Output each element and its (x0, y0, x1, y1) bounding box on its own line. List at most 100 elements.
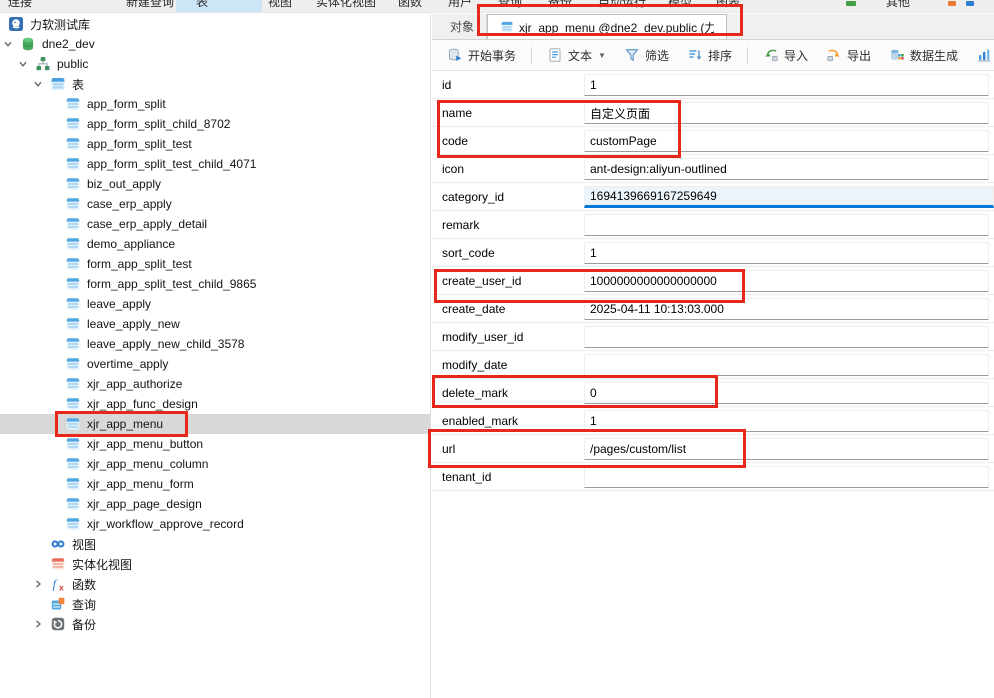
main-toolbar-item[interactable]: 视图 (268, 0, 292, 10)
tree-item[interactable]: xjr_app_authorize (0, 374, 430, 394)
toolbar-button-label: 筛选 (645, 47, 669, 64)
main-toolbar-item[interactable]: 查询 (498, 0, 522, 10)
field-value-input[interactable]: ant-design:aliyun-outlined (584, 158, 989, 180)
chevron-down-icon[interactable] (18, 59, 28, 69)
field-name: sort_code (442, 239, 495, 266)
main-toolbar-item[interactable]: 自动运行 (598, 0, 646, 10)
tab-objects[interactable]: 对象 (438, 14, 487, 39)
tree-item-label: app_form_split_child_8702 (87, 117, 230, 131)
tree-item[interactable]: 力软测试库 (0, 14, 430, 34)
tree-chevron-slot[interactable] (33, 574, 50, 594)
main-toolbar-item[interactable]: 用户 (448, 0, 472, 10)
field-value-input[interactable]: 0 (584, 382, 989, 404)
tree-item[interactable]: leave_apply_new (0, 314, 430, 334)
tree-chevron-slot[interactable] (33, 74, 50, 94)
tree-chevron-slot[interactable] (3, 34, 20, 54)
tree-item[interactable]: case_erp_apply_detail (0, 214, 430, 234)
field-name: tenant_id (442, 463, 491, 490)
tree-item[interactable]: 查询 (0, 594, 430, 614)
field-value-input[interactable] (584, 466, 989, 488)
tree-item[interactable]: xjr_app_menu (0, 414, 430, 434)
table-icon (65, 176, 81, 192)
tree-item[interactable]: leave_apply_new_child_3578 (0, 334, 430, 354)
field-value-input[interactable]: 2025-04-11 10:13:03.000 (584, 298, 989, 320)
main-toolbar-item[interactable]: 新建查询 (126, 0, 174, 10)
tree-item-label: public (57, 57, 88, 71)
chevron-right-icon[interactable] (33, 579, 43, 589)
chevron-down-icon[interactable] (3, 39, 13, 49)
tree-item[interactable]: xjr_app_menu_form (0, 474, 430, 494)
main-toolbar-item[interactable]: 图表 (716, 0, 740, 10)
tree-item[interactable]: app_form_split_test_child_4071 (0, 154, 430, 174)
main-toolbar-item[interactable]: 备份 (548, 0, 572, 10)
sort-button[interactable]: 排序 (680, 44, 739, 67)
table-icon (65, 436, 81, 452)
tree-item[interactable]: app_form_split_child_8702 (0, 114, 430, 134)
tree-item[interactable]: case_erp_apply (0, 194, 430, 214)
main-toolbar-item[interactable]: 其他 (886, 0, 910, 10)
tree-item[interactable]: 表 (0, 74, 430, 94)
tree-item[interactable]: app_form_split_test (0, 134, 430, 154)
table-icon (65, 116, 81, 132)
tree-chevron-slot[interactable] (33, 614, 50, 634)
tree-chevron-slot[interactable] (18, 54, 35, 74)
field-row-name: name自定义页面 (432, 99, 994, 127)
tree-item[interactable]: demo_appliance (0, 234, 430, 254)
tree-item[interactable]: xjr_app_menu_column (0, 454, 430, 474)
table-icon (65, 196, 81, 212)
main-toolbar-item[interactable]: 函数 (398, 0, 422, 10)
table-icon (65, 256, 81, 272)
tree-item[interactable]: public (0, 54, 430, 74)
chevron-down-icon[interactable] (33, 79, 43, 89)
import-button[interactable]: 导入 (756, 44, 815, 67)
tables-folder-icon (50, 76, 66, 92)
chevron-right-icon[interactable] (33, 619, 43, 629)
field-value-input[interactable]: 自定义页面 (584, 102, 989, 124)
toolbar-button-label: 开始事务 (468, 47, 516, 64)
tree-item[interactable]: fx函数 (0, 574, 430, 594)
tree-item[interactable]: 实体化视图 (0, 554, 430, 574)
tree-item[interactable]: 视图 (0, 534, 430, 554)
main-toolbar-item[interactable]: 实体化视图 (316, 0, 376, 10)
field-value-input[interactable] (584, 326, 989, 348)
main-toolbar-item[interactable]: 表 (196, 0, 208, 10)
tree-item[interactable]: biz_out_apply (0, 174, 430, 194)
tree-item[interactable]: xjr_workflow_approve_record (0, 514, 430, 534)
filter-button[interactable]: 筛选 (617, 44, 676, 67)
tree-item[interactable]: dne2_dev (0, 34, 430, 54)
field-value-input[interactable]: 1 (584, 410, 989, 432)
begin-transaction-button[interactable]: 开始事务 (440, 44, 523, 67)
tree-item[interactable]: xjr_app_page_design (0, 494, 430, 514)
field-row-enabled_mark: enabled_mark1 (432, 407, 994, 435)
tree-item[interactable]: overtime_apply (0, 354, 430, 374)
table-icon (65, 396, 81, 412)
tree-item-label: xjr_app_menu_column (87, 457, 208, 471)
field-value-input[interactable] (584, 214, 989, 236)
field-value-input[interactable]: 1 (584, 74, 989, 96)
field-value-input[interactable]: /pages/custom/list (584, 438, 989, 460)
tab-record-view[interactable]: xjr_app_menu @dne2_dev.public (力... (487, 14, 727, 39)
data-generation-button[interactable]: 数据生成 (882, 44, 965, 67)
tree-item[interactable]: form_app_split_test_child_9865 (0, 274, 430, 294)
create-chart-button[interactable]: 创建图表 (969, 44, 994, 67)
field-value-input[interactable]: customPage (584, 130, 989, 152)
tree-item[interactable]: xjr_app_func_design (0, 394, 430, 414)
field-value-input[interactable]: 1 (584, 242, 989, 264)
field-value-input[interactable] (584, 354, 989, 376)
field-value-input[interactable]: 1000000000000000000 (584, 270, 989, 292)
field-value-input[interactable]: 1694139669167259649 (584, 186, 994, 208)
tree-item[interactable]: xjr_app_menu_button (0, 434, 430, 454)
text-view-button[interactable]: 文本▼ (540, 44, 613, 67)
tree-item[interactable]: 备份 (0, 614, 430, 634)
tree-item[interactable]: app_form_split (0, 94, 430, 114)
tree-item[interactable]: form_app_split_test (0, 254, 430, 274)
text-view-icon (547, 47, 563, 63)
table-icon (65, 256, 81, 272)
tree-item[interactable]: leave_apply (0, 294, 430, 314)
main-toolbar-item[interactable]: 模型 (668, 0, 692, 10)
table-icon (65, 296, 81, 312)
table-icon (65, 376, 81, 392)
main-toolbar-item[interactable]: 连接 (8, 0, 32, 10)
export-button[interactable]: 导出 (819, 44, 878, 67)
table-icon (65, 336, 81, 352)
